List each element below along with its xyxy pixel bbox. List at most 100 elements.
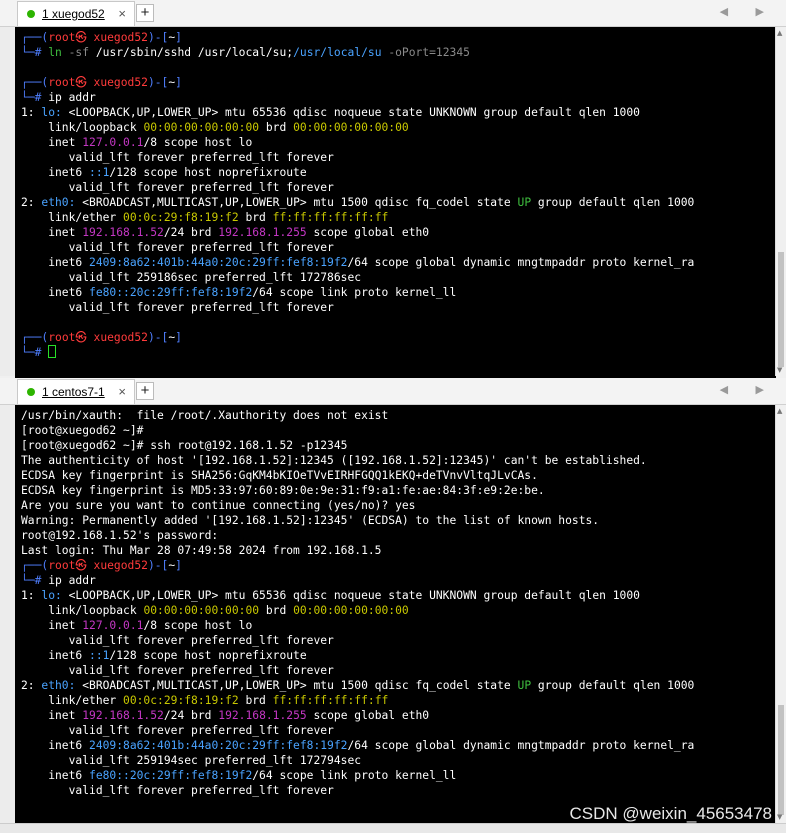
scroll-down-icon[interactable]: ▼ xyxy=(777,366,782,374)
terminal-line: [root@xuegod62 ~]# xyxy=(15,423,776,438)
terminal-line: ECDSA key fingerprint is SHA256:GqKM4bKI… xyxy=(15,468,776,483)
terminal-text: inet6 xyxy=(21,649,90,662)
terminal-text: ] xyxy=(175,31,182,44)
terminal-text: lo: xyxy=(41,106,62,119)
terminal-text: └─# xyxy=(21,346,49,359)
terminal-line: └─# ln -sf /usr/sbin/sshd /usr/local/su;… xyxy=(15,45,776,60)
terminal-line: link/loopback 00:00:00:00:00:00 brd 00:0… xyxy=(15,603,776,618)
terminal-text: ] xyxy=(175,76,182,89)
terminal-line: link/ether 00:0c:29:f8:19:f2 brd ff:ff:f… xyxy=(15,693,776,708)
terminal-line: valid_lft forever preferred_lft forever xyxy=(15,783,776,798)
terminal-line: inet 127.0.0.1/8 scope host lo xyxy=(15,618,776,633)
terminal-text: /64 scope link proto kernel_ll xyxy=(252,769,457,782)
scroll-up-icon[interactable]: ▲ xyxy=(777,29,782,37)
scroll-up-icon[interactable]: ▲ xyxy=(777,407,782,415)
terminal-line: inet6 2409:8a62:401b:44a0:20c:29ff:fef8:… xyxy=(15,255,776,270)
tab-xuegod52[interactable]: 1 xuegod52 × xyxy=(17,1,135,26)
terminal-line: valid_lft 259186sec preferred_lft 172786… xyxy=(15,270,776,285)
terminal-text: <BROADCAST,MULTICAST,UP,LOWER_UP> mtu 15… xyxy=(75,679,518,692)
top-session-pane: 1 xuegod52 × + ◀ ▶ ┌──(root㉿ xuegod52)-[… xyxy=(0,0,786,379)
terminal-scrollbar[interactable]: ▲ ▼ xyxy=(775,405,786,823)
terminal-line: inet6 ::1/128 scope host noprefixroute xyxy=(15,648,776,663)
terminal-line: ECDSA key fingerprint is MD5:33:97:60:89… xyxy=(15,483,776,498)
terminal-line: 2: eth0: <BROADCAST,MULTICAST,UP,LOWER_U… xyxy=(15,195,776,210)
terminal-text: scope global eth0 xyxy=(306,709,430,722)
terminal-text: ] xyxy=(175,559,182,572)
terminal-text: group default qlen 1000 xyxy=(531,196,695,209)
terminal-line: ┌──(root㉿ xuegod52)-[~] xyxy=(15,75,776,90)
terminal-text: [root@xuegod62 ~]# xyxy=(21,424,144,437)
scroll-down-icon[interactable]: ▼ xyxy=(777,813,782,821)
terminal-text: link/ether xyxy=(21,211,124,224)
terminal-text: group default qlen 1000 xyxy=(531,679,695,692)
terminal-output[interactable]: /usr/bin/xauth: file /root/.Xauthority d… xyxy=(15,405,776,826)
terminal-line: Last login: Thu Mar 28 07:49:58 2024 fro… xyxy=(15,543,776,558)
terminal-line: inet6 fe80::20c:29ff:fef8:19f2/64 scope … xyxy=(15,768,776,783)
close-tab-icon[interactable]: × xyxy=(118,6,126,21)
terminal-text: fe80::20c:29ff:fef8:19f2 xyxy=(89,769,253,782)
terminal-text: scope global eth0 xyxy=(306,226,430,239)
terminal-line: └─# ip addr xyxy=(15,573,776,588)
terminal-text: brd xyxy=(238,694,273,707)
terminal-text: 192.168.1.255 xyxy=(218,709,307,722)
terminal-text: link/loopback xyxy=(21,121,144,134)
terminal-text: inet xyxy=(21,136,83,149)
terminal-text: Are you sure you want to continue connec… xyxy=(21,499,416,512)
terminal-text: 192.168.1.255 xyxy=(218,226,307,239)
tab-centos7-1[interactable]: 1 centos7-1 × xyxy=(17,379,135,404)
terminal-text: 00:0c:29:f8:19:f2 xyxy=(123,211,239,224)
tab-scroll-arrows-icon[interactable]: ◀ ▶ xyxy=(720,383,776,396)
scrollbar-thumb[interactable] xyxy=(778,705,784,815)
terminal-line: valid_lft forever preferred_lft forever xyxy=(15,300,776,315)
terminal-line: valid_lft forever preferred_lft forever xyxy=(15,663,776,678)
terminal-text: 1: xyxy=(21,589,42,602)
terminal-text: 192.168.1.52 xyxy=(82,226,164,239)
terminal-text: valid_lft forever preferred_lft forever xyxy=(21,301,334,314)
terminal-output[interactable]: ┌──(root㉿ xuegod52)-[~] └─# ln -sf /usr/s… xyxy=(15,27,776,379)
left-gutter xyxy=(0,27,16,376)
terminal-text: /128 scope host noprefixroute xyxy=(109,166,307,179)
terminal-text: valid_lft 259186sec preferred_lft 172786… xyxy=(21,271,362,284)
terminal-scrollbar[interactable]: ▲ ▼ xyxy=(775,27,786,376)
terminal-line: /usr/bin/xauth: file /root/.Xauthority d… xyxy=(15,408,776,423)
terminal-text: /24 brd xyxy=(163,226,219,239)
terminal-text: /64 scope global dynamic mngtmpaddr prot… xyxy=(347,256,695,269)
scrollbar-thumb[interactable] xyxy=(778,252,784,367)
terminal-text: [root@xuegod62 ~]# ssh root@192.168.1.52… xyxy=(21,439,348,452)
close-tab-icon[interactable]: × xyxy=(118,384,126,399)
terminal-text: /usr/bin/xauth: file /root/.Xauthority d… xyxy=(21,409,389,422)
terminal-text: /24 brd xyxy=(163,709,219,722)
terminal-line: ┌──(root㉿ xuegod52)-[~] xyxy=(15,30,776,45)
terminal-text: <LOOPBACK,UP,LOWER_UP> mtu 65536 qdisc n… xyxy=(61,106,640,119)
connected-status-icon xyxy=(27,10,35,18)
terminal-text: valid_lft forever preferred_lft forever xyxy=(21,151,334,164)
new-tab-button[interactable]: + xyxy=(136,382,154,400)
terminal-text: )-[ xyxy=(147,76,169,89)
terminal-text: <LOOPBACK,UP,LOWER_UP> mtu 65536 qdisc n… xyxy=(61,589,640,602)
terminal-text: ::1 xyxy=(89,166,110,179)
terminal-text: 2: xyxy=(21,679,42,692)
terminal-text: 00:00:00:00:00:00 xyxy=(293,121,409,134)
terminal-line: └─# xyxy=(15,345,776,360)
terminal-text: link/loopback xyxy=(21,604,144,617)
terminal-text: inet6 xyxy=(21,769,90,782)
terminal-text: ln xyxy=(48,46,62,59)
terminal-line: valid_lft forever preferred_lft forever xyxy=(15,633,776,648)
terminal-text: )-[ xyxy=(147,31,169,44)
terminal-text: ff:ff:ff:ff:ff:ff xyxy=(272,211,389,224)
terminal-text: 2409:8a62:401b:44a0:20c:29ff:fef8:19f2 xyxy=(89,256,348,269)
terminal-line: └─# ip addr xyxy=(15,90,776,105)
terminal-text: 127.0.0.1 xyxy=(82,136,144,149)
terminal-text: eth0: xyxy=(41,679,76,692)
terminal-text: root㉿ xuegod52 xyxy=(48,76,148,89)
terminal-text: valid_lft 259194sec preferred_lft 172794… xyxy=(21,754,362,767)
terminal-line: 2: eth0: <BROADCAST,MULTICAST,UP,LOWER_U… xyxy=(15,678,776,693)
terminal-text: ECDSA key fingerprint is SHA256:GqKM4bKI… xyxy=(21,469,538,482)
tab-scroll-arrows-icon[interactable]: ◀ ▶ xyxy=(720,5,776,18)
terminal-line: valid_lft forever preferred_lft forever xyxy=(15,180,776,195)
new-tab-button[interactable]: + xyxy=(136,4,154,22)
terminal-line: 1: lo: <LOOPBACK,UP,LOWER_UP> mtu 65536 … xyxy=(15,588,776,603)
terminal-text: 127.0.0.1 xyxy=(82,619,144,632)
